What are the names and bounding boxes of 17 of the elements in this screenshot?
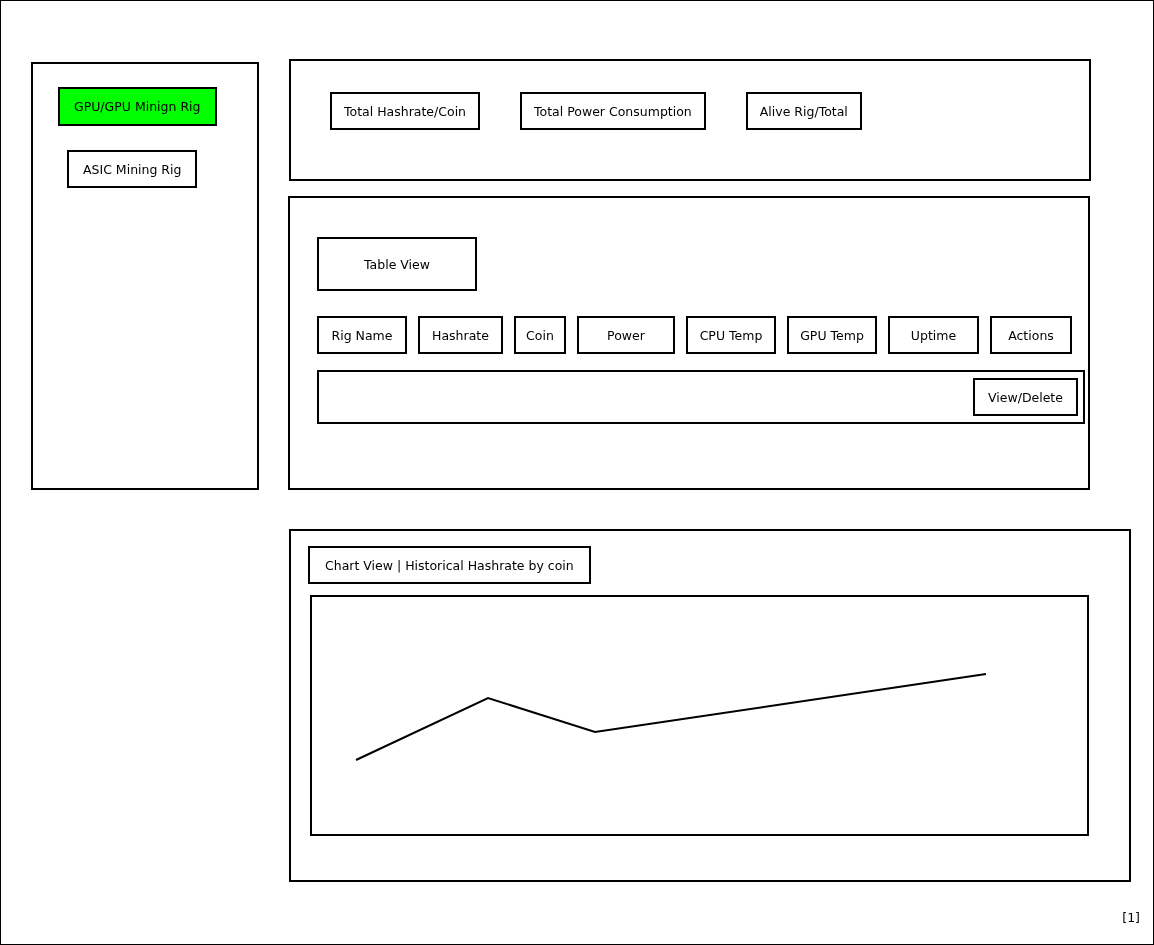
- summary-card: Total Power Consumption: [520, 92, 706, 130]
- chart-title: Chart View | Historical Hashrate by coin: [308, 546, 591, 584]
- sidebar-item[interactable]: ASIC Mining Rig: [67, 150, 198, 188]
- table-title: Table View: [317, 237, 477, 291]
- column-header: Coin: [514, 316, 566, 354]
- column-header: Rig Name: [317, 316, 407, 354]
- column-header: Actions: [990, 316, 1072, 354]
- column-header: Uptime: [888, 316, 979, 354]
- footnote-label: [1]: [1122, 910, 1140, 925]
- view-delete-button[interactable]: View/Delete: [973, 378, 1078, 416]
- column-header: CPU Temp: [686, 316, 776, 354]
- column-header: Hashrate: [418, 316, 503, 354]
- summary-card: Alive Rig/Total: [745, 92, 862, 130]
- sidebar-item[interactable]: GPU/GPU Minign Rig: [58, 87, 217, 126]
- summary-card: Total Hashrate/Coin: [330, 92, 481, 130]
- column-header: GPU Temp: [787, 316, 877, 354]
- column-header: Power: [577, 316, 675, 354]
